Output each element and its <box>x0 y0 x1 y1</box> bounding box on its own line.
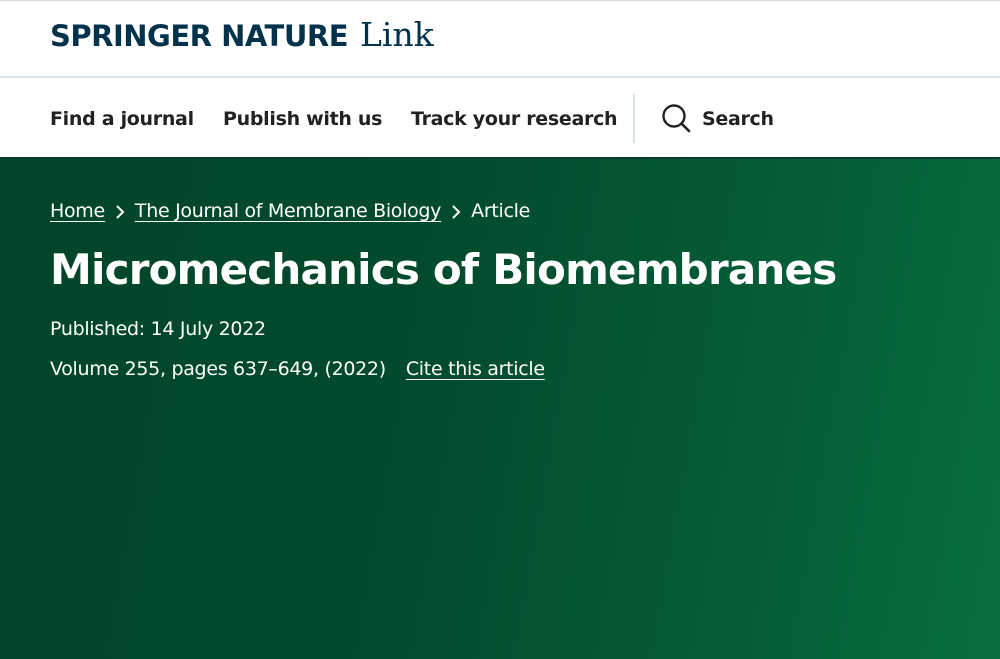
published-date: Published: 14 July 2022 <box>50 318 266 340</box>
chevron-right-icon <box>441 201 471 221</box>
article-title: Micromechanics of Biomembranes <box>50 245 837 294</box>
article-hero: Home The Journal of Membrane Biology Art… <box>0 159 1000 659</box>
breadcrumb-current: Article <box>471 200 530 222</box>
search-button[interactable]: Search <box>702 78 774 157</box>
volume-info: Volume 255, pages 637–649, (2022) Cite t… <box>50 358 545 380</box>
springer-nature-link-logo[interactable]: SPRINGER NATURE Link <box>50 15 434 55</box>
main-nav: Find a journal Publish with us Track you… <box>0 78 1000 159</box>
volume-pages: Volume 255, pages 637–649, (2022) <box>50 358 386 380</box>
top-header: SPRINGER NATURE Link <box>0 0 1000 78</box>
nav-find-a-journal[interactable]: Find a journal <box>50 78 194 157</box>
breadcrumb: Home The Journal of Membrane Biology Art… <box>50 197 530 225</box>
cite-this-article-link[interactable]: Cite this article <box>406 358 545 380</box>
breadcrumb-journal[interactable]: The Journal of Membrane Biology <box>135 200 442 222</box>
nav-publish-with-us[interactable]: Publish with us <box>223 78 382 157</box>
nav-track-your-research[interactable]: Track your research <box>411 78 618 157</box>
nav-divider <box>633 94 635 143</box>
brand-sub-text: Link <box>360 15 434 54</box>
chevron-right-icon <box>105 201 135 221</box>
breadcrumb-home[interactable]: Home <box>50 200 105 222</box>
brand-main-text: SPRINGER NATURE <box>50 19 349 53</box>
search-icon[interactable] <box>661 103 691 133</box>
